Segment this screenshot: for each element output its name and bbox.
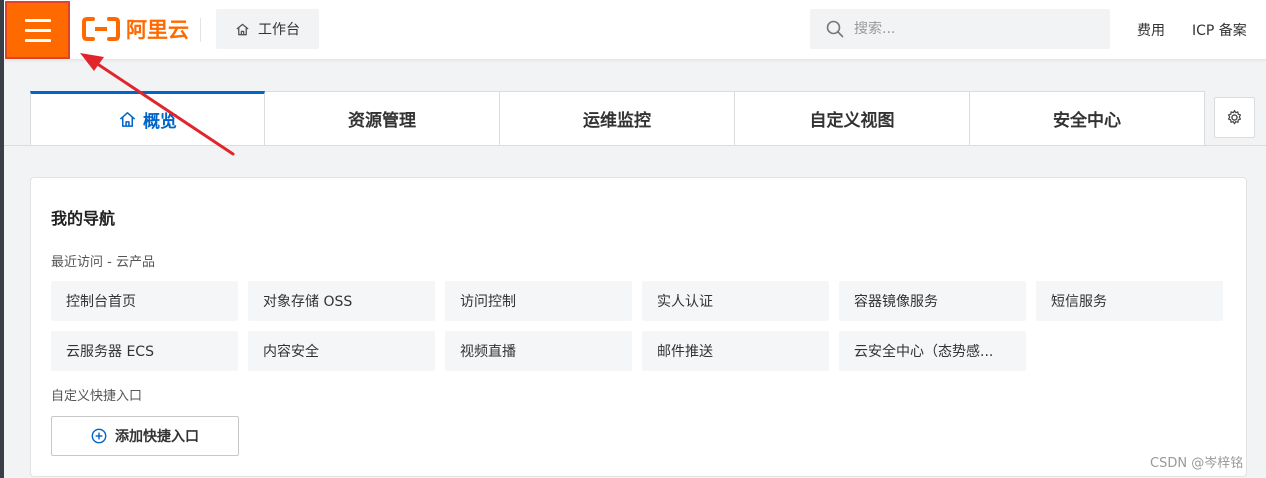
tabs-baseline xyxy=(4,145,1266,146)
hamburger-icon xyxy=(24,18,51,22)
icp-filing-link[interactable]: ICP 备案 xyxy=(1192,20,1247,40)
list-item[interactable]: 云安全中心（态势感... xyxy=(839,331,1026,371)
tab-security-center[interactable]: 安全中心 xyxy=(970,91,1205,146)
list-item[interactable]: 控制台首页 xyxy=(51,281,238,321)
search-box[interactable] xyxy=(810,9,1110,49)
list-item[interactable]: 容器镜像服务 xyxy=(839,281,1026,321)
card-title: 我的导航 xyxy=(51,209,116,228)
fees-link[interactable]: 费用 xyxy=(1137,20,1165,40)
home-icon xyxy=(119,112,136,127)
recent-products-grid: 控制台首页 对象存储 OSS 访问控制 实人认证 容器镜像服务 短信服务 云服务… xyxy=(51,281,1223,371)
list-item[interactable]: 视频直播 xyxy=(445,331,632,371)
list-item[interactable]: 实人认证 xyxy=(642,281,829,321)
logo-text: 阿里云 xyxy=(126,18,189,42)
workbench-label: 工作台 xyxy=(258,22,300,38)
tab-label: 概览 xyxy=(143,112,177,132)
tab-ops-monitoring[interactable]: 运维监控 xyxy=(500,91,735,146)
list-item[interactable]: 云服务器 ECS xyxy=(51,331,238,371)
list-item[interactable]: 内容安全 xyxy=(248,331,435,371)
top-bar: 阿里云 工作台 费用 ICP 备案 xyxy=(4,0,1266,60)
watermark: CSDN @岑梓铭 xyxy=(1150,456,1244,471)
tab-label: 运维监控 xyxy=(583,111,651,131)
tab-settings-button[interactable] xyxy=(1214,97,1255,138)
list-item[interactable]: 对象存储 OSS xyxy=(248,281,435,321)
tab-overview[interactable]: 概览 xyxy=(30,91,265,146)
list-item[interactable]: 访问控制 xyxy=(445,281,632,321)
my-navigation-card: 我的导航 最近访问 - 云产品 控制台首页 对象存储 OSS 访问控制 实人认证… xyxy=(30,177,1247,477)
tab-label: 资源管理 xyxy=(348,111,416,131)
list-item[interactable]: 短信服务 xyxy=(1036,281,1223,321)
add-shortcut-label: 添加快捷入口 xyxy=(115,429,199,445)
home-icon xyxy=(236,23,249,35)
list-item[interactable]: 邮件推送 xyxy=(642,331,829,371)
search-input[interactable] xyxy=(854,21,1094,37)
header-divider xyxy=(200,18,201,42)
tab-resource-management[interactable]: 资源管理 xyxy=(265,91,500,146)
add-shortcut-button[interactable]: 添加快捷入口 xyxy=(51,416,239,456)
tab-label: 自定义视图 xyxy=(809,111,895,131)
gear-icon xyxy=(1227,109,1242,125)
custom-shortcut-label: 自定义快捷入口 xyxy=(51,389,143,404)
tab-custom-view[interactable]: 自定义视图 xyxy=(735,91,970,146)
dashboard-tabs: 概览 资源管理 运维监控 自定义视图 安全中心 xyxy=(30,91,1205,146)
left-edge-strip xyxy=(0,0,4,478)
tab-label: 安全中心 xyxy=(1053,111,1121,131)
aliyun-logo-icon xyxy=(82,17,120,41)
plus-circle-icon xyxy=(91,428,107,444)
search-icon xyxy=(826,20,844,38)
workbench-button[interactable]: 工作台 xyxy=(216,9,319,49)
recent-section-label: 最近访问 - 云产品 xyxy=(51,255,155,270)
menu-button[interactable] xyxy=(5,1,70,59)
logo[interactable]: 阿里云 xyxy=(82,14,189,44)
